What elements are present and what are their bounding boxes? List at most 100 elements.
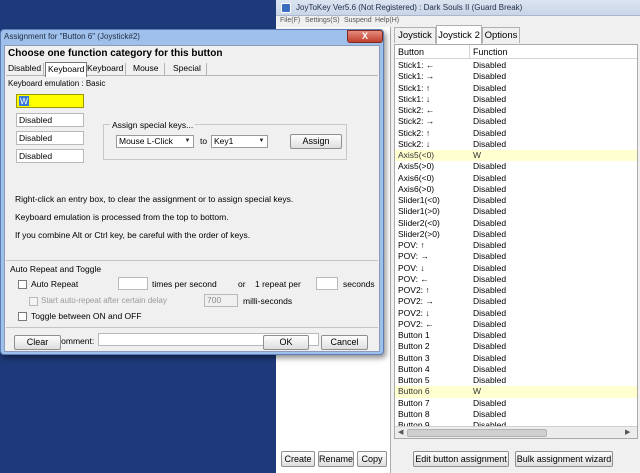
times-per-second-input[interactable] bbox=[118, 277, 148, 290]
function-cell: Disabled bbox=[473, 105, 507, 115]
grid-header: Button Function bbox=[395, 45, 637, 59]
table-row[interactable]: Stick2: → Disabled bbox=[395, 116, 637, 127]
special-key-select[interactable]: Mouse L-Click ▼ bbox=[116, 135, 194, 148]
tab-separator bbox=[43, 63, 44, 75]
button-name-cell: Button 8 bbox=[398, 408, 430, 419]
edit-button-assignment-button[interactable]: Edit button assignment bbox=[413, 451, 509, 467]
button-name-cell: Axis6(>0) bbox=[398, 183, 435, 194]
cancel-button[interactable]: Cancel bbox=[321, 335, 368, 350]
key-entry-box-2[interactable]: Disabled bbox=[16, 113, 84, 127]
table-row[interactable]: Button 5 Disabled bbox=[395, 375, 637, 386]
table-row[interactable]: POV: ← Disabled bbox=[395, 274, 637, 285]
tab-category-mouse[interactable]: Mouse bbox=[133, 62, 159, 76]
clear-button[interactable]: Clear bbox=[14, 335, 61, 350]
button-name-cell: Button 6 bbox=[398, 386, 430, 397]
button-name-cell: Axis5(<0) bbox=[398, 150, 435, 160]
close-icon[interactable]: X bbox=[347, 30, 383, 43]
button-name-cell: Stick2: ↓ bbox=[398, 138, 431, 149]
button-name-cell: Stick1: ← bbox=[398, 60, 435, 70]
table-row[interactable]: Button 1 Disabled bbox=[395, 330, 637, 341]
table-row[interactable]: POV2: ← Disabled bbox=[395, 319, 637, 330]
function-cell: Disabled bbox=[473, 116, 507, 127]
table-row[interactable]: POV2: ↓ Disabled bbox=[395, 308, 637, 319]
table-row[interactable]: Stick2: ← Disabled bbox=[395, 105, 637, 116]
rename-button[interactable]: Rename bbox=[318, 451, 354, 467]
table-row[interactable]: Stick1: ↑ Disabled bbox=[395, 83, 637, 94]
scroll-left-icon[interactable]: ◀ bbox=[398, 428, 403, 436]
table-row[interactable]: POV: → Disabled bbox=[395, 251, 637, 262]
table-row[interactable]: Slider1(>0) Disabled bbox=[395, 206, 637, 217]
table-row[interactable]: POV: ↓ Disabled bbox=[395, 263, 637, 274]
repeat-seconds-input[interactable] bbox=[316, 277, 338, 290]
note-order: Keyboard emulation is processed from the… bbox=[15, 212, 229, 222]
button-name-cell: Axis5(>0) bbox=[398, 161, 435, 172]
table-row[interactable]: Button 3 Disabled bbox=[395, 353, 637, 364]
table-row[interactable]: Stick1: ← Disabled bbox=[395, 60, 637, 71]
table-row[interactable]: Button 7 Disabled bbox=[395, 398, 637, 409]
button-name-cell: POV2: ← bbox=[398, 318, 434, 329]
table-row[interactable]: Stick1: → Disabled bbox=[395, 71, 637, 82]
function-cell: Disabled bbox=[473, 172, 507, 183]
table-row[interactable]: Slider1(<0) Disabled bbox=[395, 195, 637, 206]
chevron-down-icon[interactable]: ▼ bbox=[257, 137, 266, 146]
chevron-down-icon[interactable]: ▼ bbox=[183, 137, 192, 146]
toggle-checkbox[interactable] bbox=[18, 312, 27, 321]
table-row[interactable]: Slider2(<0) Disabled bbox=[395, 218, 637, 229]
key-entry-box-1[interactable]: W bbox=[16, 94, 84, 108]
key-entry-box-3[interactable]: Disabled bbox=[16, 131, 84, 145]
column-header-function[interactable]: Function bbox=[473, 47, 508, 57]
tab-category-keyboard-advanced[interactable]: Keyboard bbox=[87, 62, 123, 76]
menu-file[interactable]: File(F) bbox=[280, 17, 300, 24]
table-row[interactable]: POV2: → Disabled bbox=[395, 296, 637, 307]
key-entry-box-4[interactable]: Disabled bbox=[16, 149, 84, 163]
start-delay-checkbox[interactable] bbox=[29, 297, 38, 306]
menu-help[interactable]: Help(H) bbox=[375, 17, 399, 24]
bulk-assignment-wizard-button[interactable]: Bulk assignment wizard bbox=[515, 451, 613, 467]
auto-repeat-checkbox[interactable] bbox=[18, 280, 27, 289]
target-key-select[interactable]: Key1 ▼ bbox=[211, 135, 268, 148]
table-row[interactable]: Axis5(>0) Disabled bbox=[395, 161, 637, 172]
category-tabs: Disabled Keyboard Keyboard Mouse Special bbox=[6, 62, 378, 77]
assignment-dialog: Assignment for "Button 6" (Joystick#2) X… bbox=[0, 29, 384, 355]
table-row[interactable]: Stick2: ↓ Disabled bbox=[395, 139, 637, 150]
tab-category-keyboard[interactable]: Keyboard bbox=[45, 62, 88, 77]
table-row[interactable]: POV: ↑ Disabled bbox=[395, 240, 637, 251]
function-cell: Disabled bbox=[473, 262, 507, 273]
menu-settings[interactable]: Settings(S) bbox=[305, 17, 340, 24]
dialog-title: Assignment for "Button 6" (Joystick#2) bbox=[4, 32, 140, 41]
delay-input[interactable]: 700 bbox=[204, 294, 238, 307]
main-title-bar[interactable]: JoyToKey Ver5.6 (Not Registered) : Dark … bbox=[276, 0, 640, 16]
function-cell: Disabled bbox=[473, 307, 507, 318]
table-row[interactable]: Button 8 Disabled bbox=[395, 409, 637, 420]
tab-joystick-1[interactable]: Joystick 1 bbox=[394, 27, 436, 57]
function-cell: Disabled bbox=[473, 138, 507, 149]
button-name-cell: POV: ← bbox=[398, 273, 429, 284]
table-row[interactable]: Stick1: ↓ Disabled bbox=[395, 94, 637, 105]
tab-category-special[interactable]: Special bbox=[173, 62, 201, 76]
tab-options[interactable]: Options bbox=[482, 27, 520, 43]
table-row[interactable]: Button 6 W bbox=[395, 386, 637, 398]
copy-button[interactable]: Copy bbox=[357, 451, 387, 467]
button-name-cell: POV: → bbox=[398, 251, 429, 262]
table-row[interactable]: POV2: ↑ Disabled bbox=[395, 285, 637, 296]
button-name-cell: Stick1: ↓ bbox=[398, 93, 431, 104]
horizontal-scrollbar[interactable]: ◀ ▶ bbox=[395, 426, 637, 438]
button-name-cell: Stick2: ↑ bbox=[398, 127, 431, 138]
tab-category-disabled[interactable]: Disabled bbox=[8, 62, 41, 76]
assign-button[interactable]: Assign bbox=[290, 134, 342, 149]
create-button[interactable]: Create bbox=[281, 451, 315, 467]
menu-suspend[interactable]: Suspend bbox=[344, 17, 372, 24]
column-header-button[interactable]: Button bbox=[398, 47, 424, 57]
table-row[interactable]: Stick2: ↑ Disabled bbox=[395, 128, 637, 139]
table-row[interactable]: Button 4 Disabled bbox=[395, 364, 637, 375]
scrollbar-thumb[interactable] bbox=[407, 429, 547, 437]
table-row[interactable]: Axis6(<0) Disabled bbox=[395, 173, 637, 184]
column-separator[interactable] bbox=[469, 45, 470, 59]
table-row[interactable]: Axis6(>0) Disabled bbox=[395, 184, 637, 195]
scroll-right-icon[interactable]: ▶ bbox=[625, 428, 630, 436]
table-row[interactable]: Axis5(<0) W bbox=[395, 150, 637, 162]
table-row[interactable]: Button 2 Disabled bbox=[395, 341, 637, 352]
ok-button[interactable]: OK bbox=[263, 335, 309, 350]
table-row[interactable]: Slider2(>0) Disabled bbox=[395, 229, 637, 240]
tab-joystick-2[interactable]: Joystick 2 bbox=[436, 25, 482, 44]
